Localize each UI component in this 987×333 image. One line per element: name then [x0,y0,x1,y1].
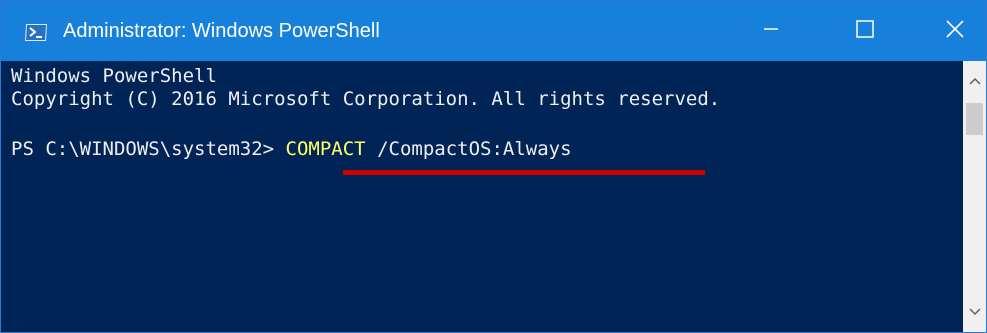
powershell-window: Administrator: Windows PowerShell Window… [0,0,987,333]
chevron-up-icon [968,72,981,90]
maximize-icon [855,19,874,43]
minimize-icon [763,21,779,42]
powershell-icon [25,24,47,41]
minimize-button[interactable] [740,1,801,61]
console-prompt: PS C:\WINDOWS\system32> [11,138,286,160]
close-icon [945,19,964,43]
title-bar[interactable]: Administrator: Windows PowerShell [1,1,986,61]
console-output[interactable]: Windows PowerShell Copyright (C) 2016 Mi… [1,61,963,332]
close-button[interactable] [924,1,985,61]
console-line: Windows PowerShell [11,65,217,87]
command-name: COMPACT [285,138,366,160]
command-underline-annotation [343,170,705,175]
vertical-scrollbar[interactable] [963,61,986,332]
console-line: Copyright (C) 2016 Microsoft Corporation… [11,88,721,110]
scroll-thumb[interactable] [966,103,983,135]
scroll-up-button[interactable] [963,61,986,101]
command-line: PS C:\WINDOWS\system32> COMPACT /Compact… [11,138,572,160]
chevron-down-icon [968,303,981,321]
window-title: Administrator: Windows PowerShell [63,20,380,42]
maximize-button[interactable] [834,1,895,61]
scroll-down-button[interactable] [963,292,986,332]
command-argument: /CompactOS:Always [365,138,572,160]
